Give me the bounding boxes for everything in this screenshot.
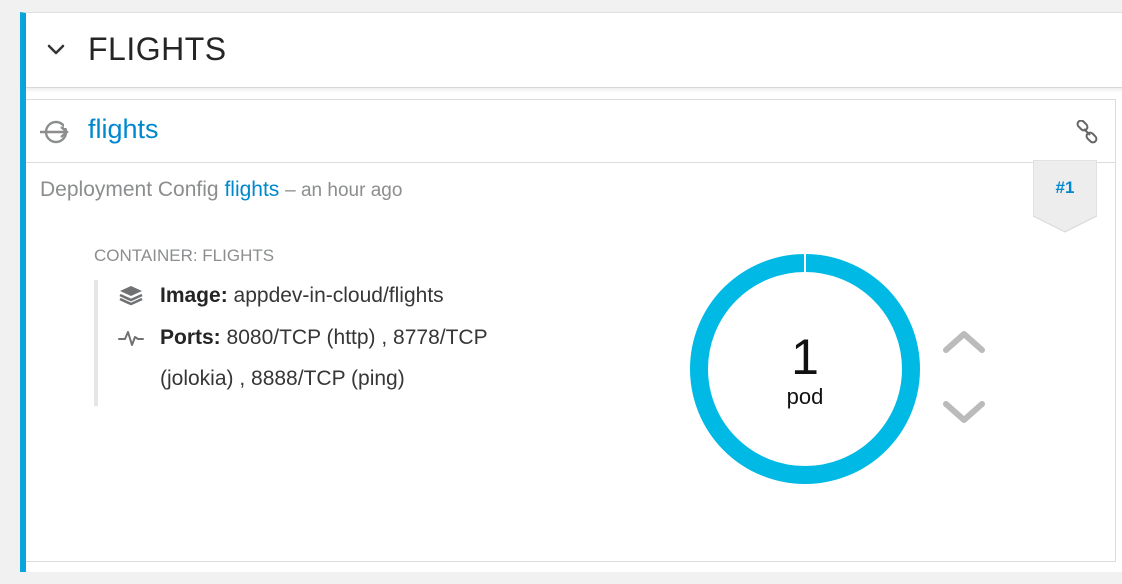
pod-count-label: pod [786,384,824,409]
ports-detail: Ports: 8080/TCP (http) , 8778/TCP (jolok… [160,317,540,399]
image-value: appdev-in-cloud/flights [233,284,444,307]
deployment-config-line: Deployment Config flights – an hour ago [40,178,402,202]
container-heading: CONTAINER: FLIGHTS [94,246,275,265]
image-label: Image: [160,284,228,307]
deployment-number[interactable]: #1 [1033,178,1097,198]
pod-donut-chart: 1 pod [688,252,922,486]
service-card-header: flights [26,100,1115,163]
scale-up-button[interactable] [942,326,986,356]
layers-icon [118,284,144,308]
image-detail: Image: appdev-in-cloud/flights [160,275,540,316]
service-name-link[interactable]: flights [88,114,159,145]
deployment-age: – an hour ago [285,180,403,201]
chevron-down-icon[interactable] [44,37,68,61]
deployment-config-prefix: Deployment Config [40,178,219,201]
group-title: FLIGHTS [88,31,227,67]
link-icon[interactable] [1075,119,1099,144]
deployment-config-link[interactable]: flights [224,178,279,201]
container-details: Image: appdev-in-cloud/flights Ports: 80… [94,280,558,406]
chevron-down-icon [943,401,985,423]
scale-down-button[interactable] [942,398,986,428]
service-card: flights Deployment Config flights – an h… [26,99,1116,562]
pod-count: 1 [791,329,819,385]
deployment-number-badge[interactable]: #1 [1033,160,1097,234]
chevron-up-icon [943,331,985,353]
app-group-panel: FLIGHTS flights Deployment Config flight… [20,12,1122,572]
service-icon [40,118,74,146]
ports-label: Ports: [160,326,221,349]
group-header: FLIGHTS [26,13,1122,88]
pulse-icon [118,326,144,350]
